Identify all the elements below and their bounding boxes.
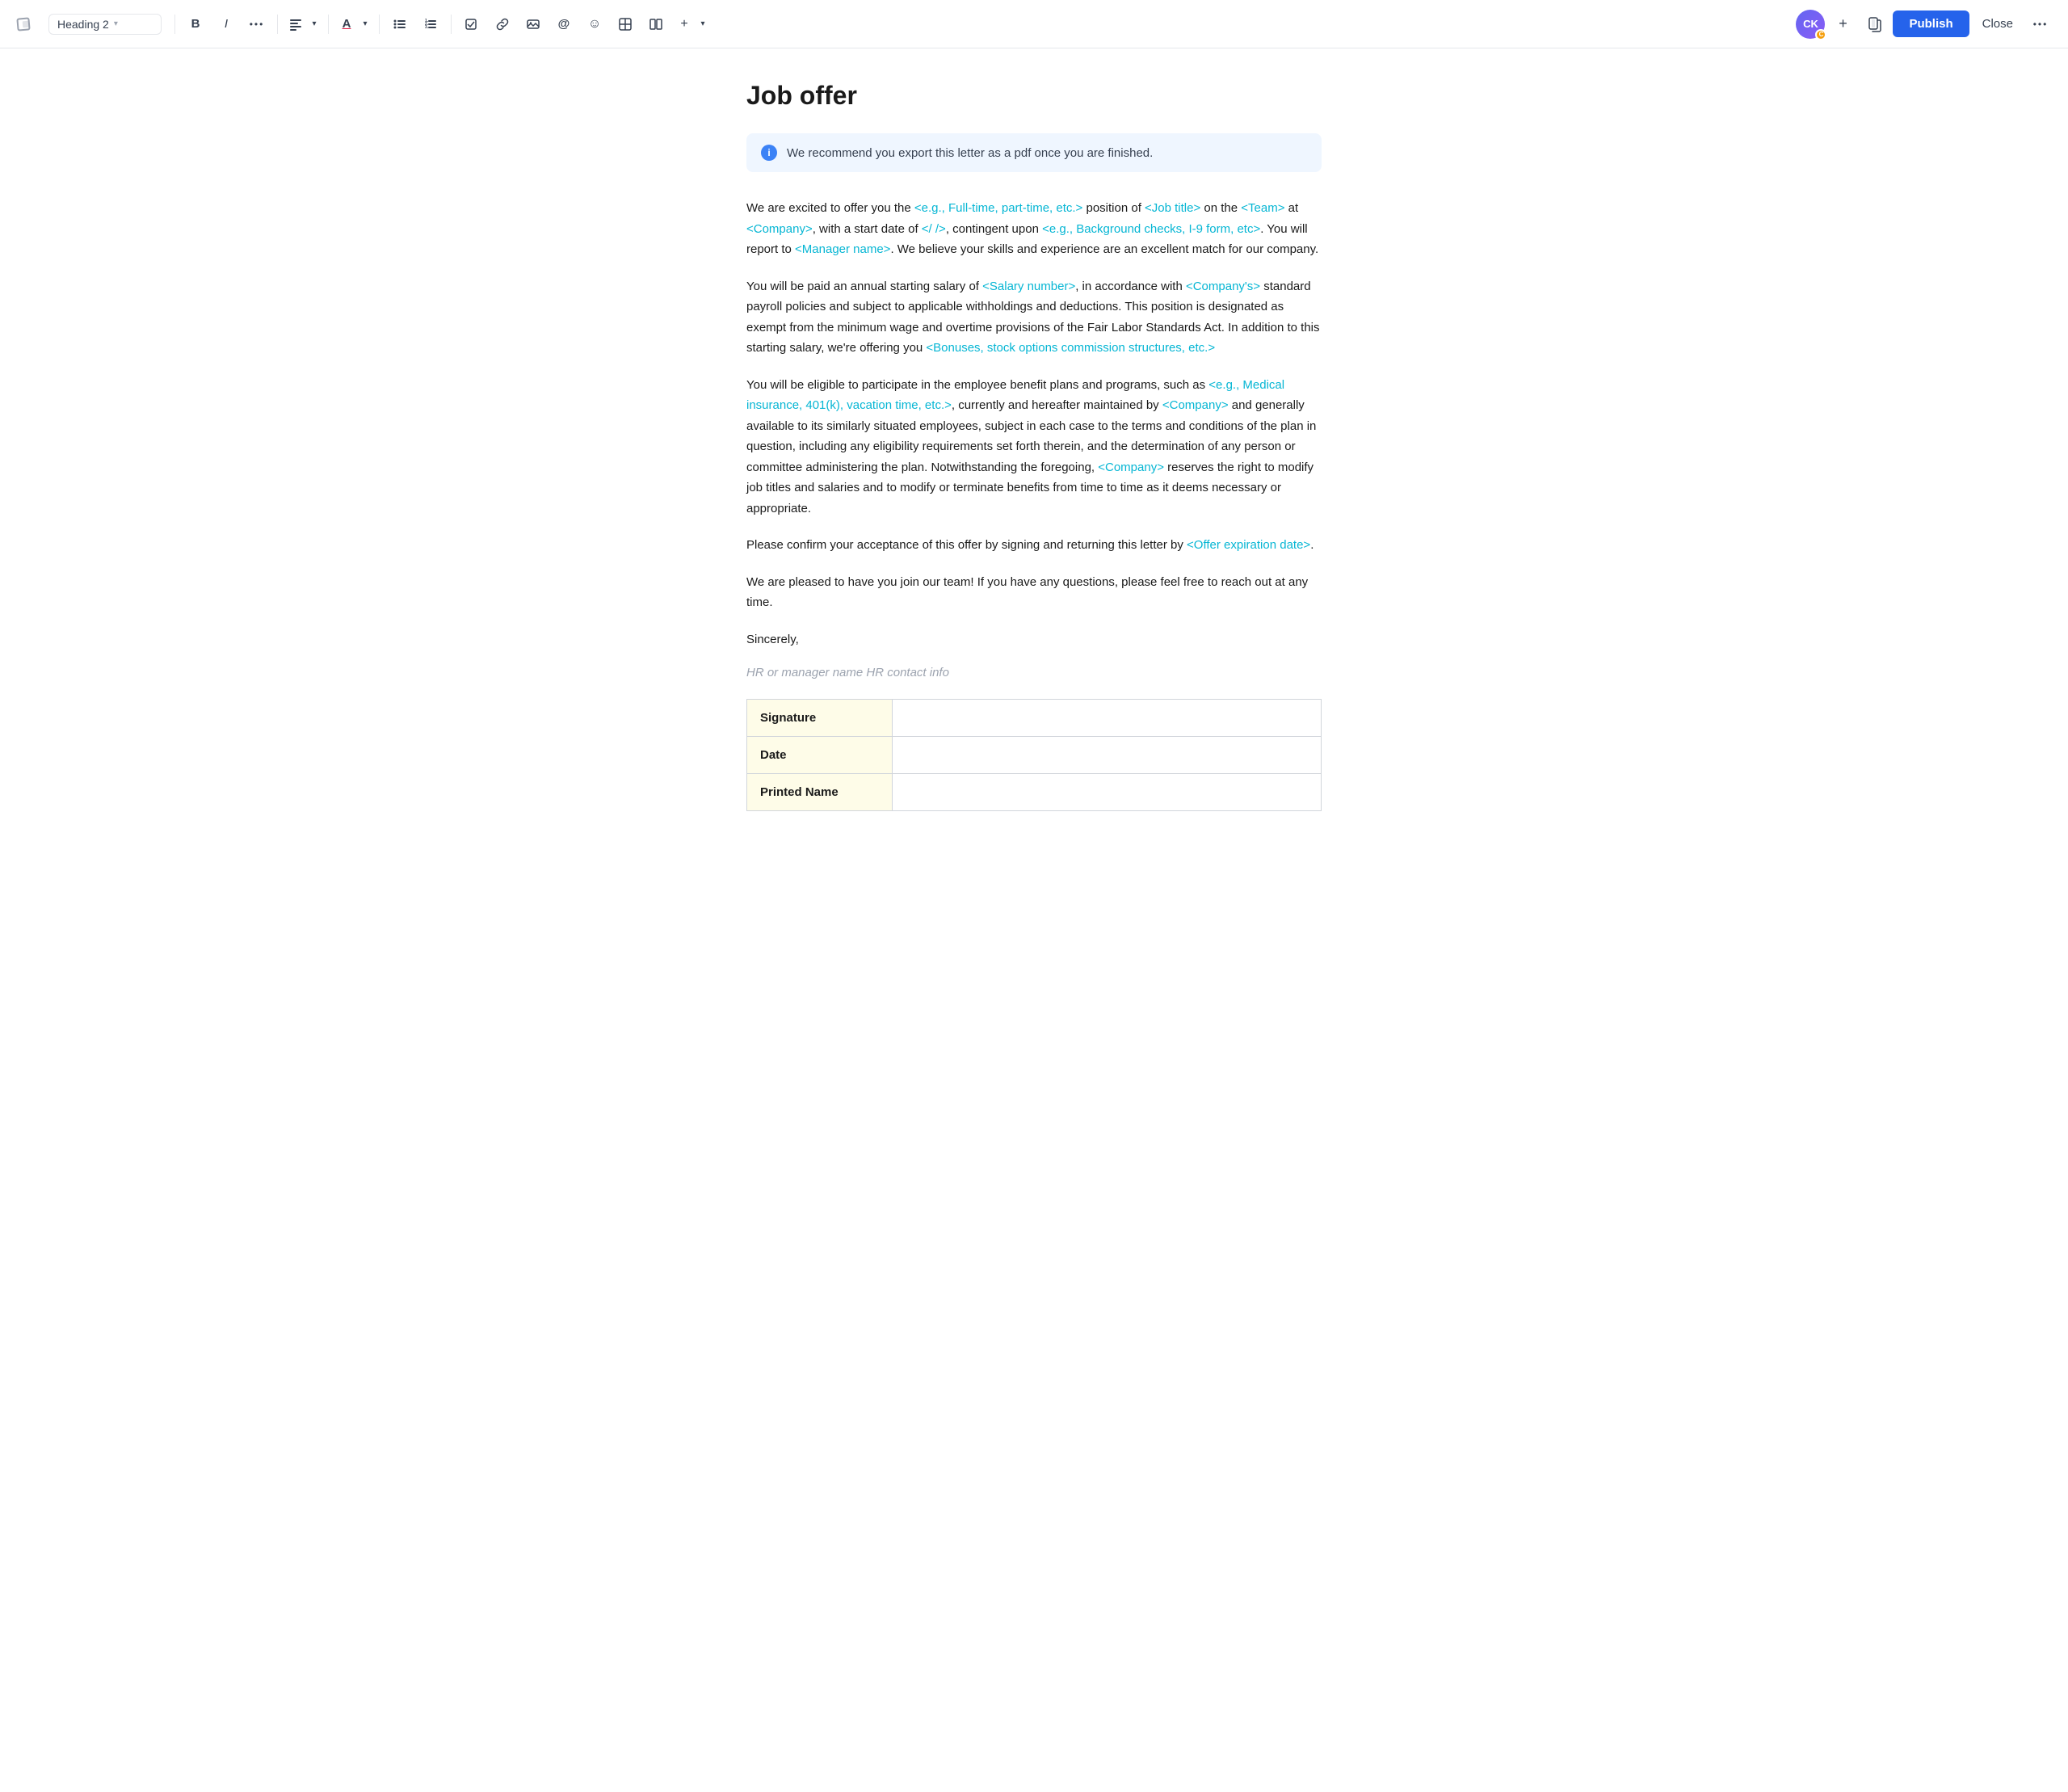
p3-var3[interactable]: <Company> xyxy=(1098,461,1164,474)
info-icon: i xyxy=(761,145,777,161)
font-color-group: A ▾ xyxy=(335,11,372,38)
p1-var3[interactable]: <Team> xyxy=(1241,201,1284,215)
italic-button[interactable]: I xyxy=(212,11,240,38)
p1-var4[interactable]: <Company> xyxy=(746,222,813,236)
signature-label: Signature xyxy=(747,700,893,737)
columns-button[interactable] xyxy=(642,11,670,38)
insert-chevron-button[interactable]: ▾ xyxy=(696,11,710,38)
avatar[interactable]: CK C xyxy=(1796,10,1825,39)
bold-button[interactable]: B xyxy=(182,11,209,38)
insert-button[interactable]: + xyxy=(673,11,696,38)
emoji-button[interactable]: ☺ xyxy=(581,11,608,38)
insert-group: + ▾ xyxy=(673,11,710,38)
p2-var2[interactable]: <Company's> xyxy=(1186,280,1260,293)
p4-suffix: . xyxy=(1310,538,1314,552)
table-row: Date xyxy=(747,737,1322,774)
table-row: Printed Name xyxy=(747,774,1322,811)
page-title[interactable]: Job offer xyxy=(746,81,1322,111)
p1-var7[interactable]: <Manager name> xyxy=(795,242,890,256)
paragraph-3: You will be eligible to participate in t… xyxy=(746,375,1322,520)
p1-prefix: We are excited to offer you the xyxy=(746,201,914,215)
p4-prefix: Please confirm your acceptance of this o… xyxy=(746,538,1187,552)
toolbar: Heading 2 ▾ B I ••• ▾ A ▾ xyxy=(0,0,2068,48)
p2-var3[interactable]: <Bonuses, stock options commission struc… xyxy=(926,341,1215,355)
signature-table-body: Signature Date Printed Name xyxy=(747,700,1322,811)
avatar-initials: CK xyxy=(1803,18,1818,30)
more-formatting-button[interactable]: ••• xyxy=(243,11,271,38)
p3-mid1: , currently and hereafter maintained by xyxy=(952,398,1162,412)
divider-2 xyxy=(277,15,278,34)
p4-var1[interactable]: <Offer expiration date> xyxy=(1187,538,1310,552)
p1-var5[interactable]: </ /> xyxy=(922,222,946,236)
add-collaborator-button[interactable]: + xyxy=(1828,10,1857,39)
p1-mid5: , contingent upon xyxy=(946,222,1042,236)
printed-name-value[interactable] xyxy=(893,774,1322,811)
closing-text: Sincerely, xyxy=(746,629,1322,650)
bullet-list-button[interactable] xyxy=(386,11,414,38)
divider-3 xyxy=(328,15,329,34)
info-banner: i We recommend you export this letter as… xyxy=(746,133,1322,172)
paragraph-2: You will be paid an annual starting sala… xyxy=(746,276,1322,359)
heading-selector-label: Heading 2 xyxy=(57,18,109,31)
p1-var1[interactable]: <e.g., Full-time, part-time, etc.> xyxy=(914,201,1082,215)
info-banner-text: We recommend you export this letter as a… xyxy=(787,146,1153,160)
p2-var1[interactable]: <Salary number> xyxy=(982,280,1075,293)
date-label: Date xyxy=(747,737,893,774)
table-button[interactable] xyxy=(612,11,639,38)
p1-suffix: . We believe your skills and experience … xyxy=(890,242,1318,256)
p1-mid1: position of xyxy=(1082,201,1145,215)
p2-prefix: You will be paid an annual starting sala… xyxy=(746,280,982,293)
p3-prefix: You will be eligible to participate in t… xyxy=(746,378,1208,392)
font-color-chevron-button[interactable]: ▾ xyxy=(358,11,372,38)
heading-selector-chevron: ▾ xyxy=(114,19,118,28)
table-row: Signature xyxy=(747,700,1322,737)
font-color-button[interactable]: A xyxy=(335,11,358,38)
publish-button[interactable]: Publish xyxy=(1893,11,1969,37)
align-button[interactable] xyxy=(284,11,307,38)
p1-mid4: , with a start date of xyxy=(813,222,922,236)
divider-4 xyxy=(379,15,380,34)
paragraph-1: We are excited to offer you the <e.g., F… xyxy=(746,198,1322,260)
image-button[interactable] xyxy=(519,11,547,38)
avatar-badge: C xyxy=(1815,29,1826,40)
p2-mid1: , in accordance with xyxy=(1075,280,1186,293)
more-options-button[interactable]: ••• xyxy=(2026,10,2055,39)
numbered-list-button[interactable]: 1. 2. 3. xyxy=(417,11,444,38)
close-button[interactable]: Close xyxy=(1973,11,2023,37)
link-button[interactable] xyxy=(489,11,516,38)
p3-var2[interactable]: <Company> xyxy=(1162,398,1229,412)
editor-content: Job offer i We recommend you export this… xyxy=(727,48,1341,876)
align-group: ▾ xyxy=(284,11,322,38)
signature-table: Signature Date Printed Name xyxy=(746,699,1322,811)
p1-var2[interactable]: <Job title> xyxy=(1145,201,1200,215)
p1-mid3: at xyxy=(1285,201,1299,215)
p1-var6[interactable]: <e.g., Background checks, I-9 form, etc> xyxy=(1042,222,1260,236)
divider-5 xyxy=(451,15,452,34)
mention-button[interactable]: @ xyxy=(550,11,578,38)
printed-name-label: Printed Name xyxy=(747,774,893,811)
paragraph-5: We are pleased to have you join our team… xyxy=(746,572,1322,613)
divider-1 xyxy=(174,15,175,34)
p1-mid2: on the xyxy=(1200,201,1241,215)
version-history-button[interactable] xyxy=(1860,10,1889,39)
signature-value[interactable] xyxy=(893,700,1322,737)
align-chevron-button[interactable]: ▾ xyxy=(307,11,322,38)
placeholder-text[interactable]: HR or manager name HR contact info xyxy=(746,666,1322,679)
date-value[interactable] xyxy=(893,737,1322,774)
task-button[interactable] xyxy=(458,11,485,38)
paragraph-4: Please confirm your acceptance of this o… xyxy=(746,535,1322,556)
logo-icon[interactable] xyxy=(13,11,39,37)
heading-selector[interactable]: Heading 2 ▾ xyxy=(48,14,162,35)
